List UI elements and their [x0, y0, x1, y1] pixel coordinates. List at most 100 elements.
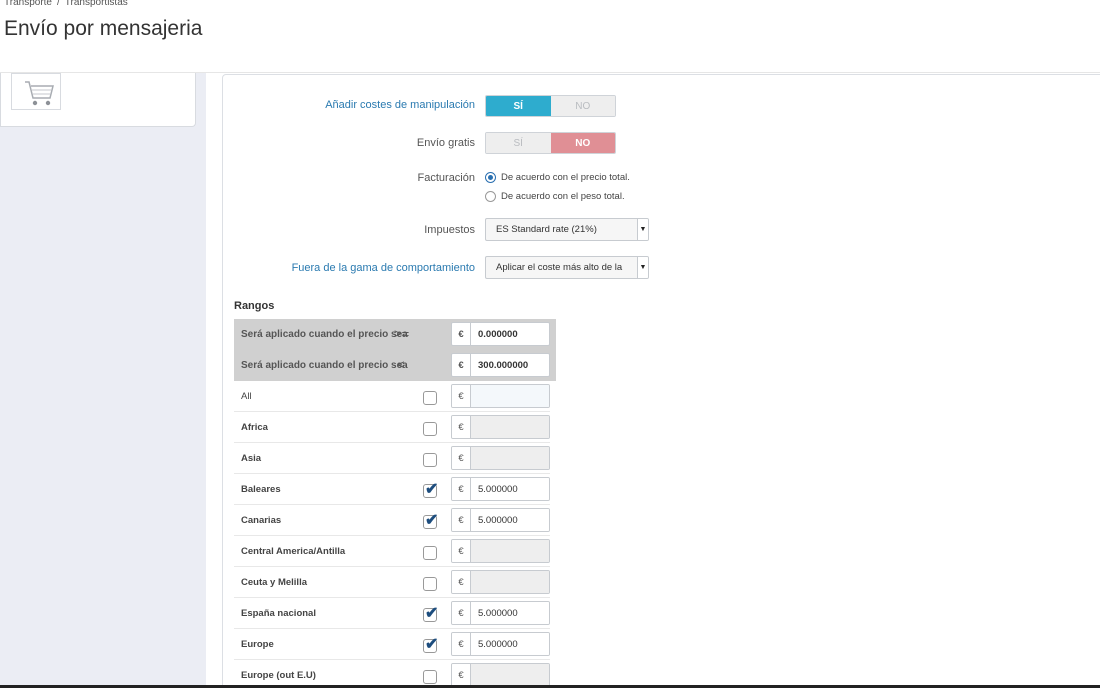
page-title: Envío por mensajeria [4, 17, 203, 40]
currency-symbol: € [452, 323, 471, 345]
range-upper-input[interactable]: € 300.000000 [451, 353, 550, 377]
zone-price-input[interactable]: € [451, 384, 550, 408]
range-lower-input[interactable]: € 0.000000 [451, 322, 550, 346]
zone-name: Ceuta y Melilla [241, 577, 307, 588]
zone-checkbox[interactable] [423, 634, 438, 654]
currency-symbol: € [452, 602, 471, 624]
free-shipping-no-option[interactable]: NO [550, 133, 615, 153]
currency-symbol: € [452, 354, 471, 376]
zone-checkbox[interactable] [423, 603, 438, 623]
billing-weight-radio[interactable] [485, 191, 496, 202]
handling-costs-switch[interactable]: SÍ NO [485, 95, 616, 117]
zone-price-input[interactable]: € 5.000000 [451, 477, 550, 501]
range-lower-operator: >= [394, 326, 410, 341]
zone-name: Central America/Antilla [241, 546, 346, 557]
currency-symbol: € [452, 571, 471, 593]
breadcrumb: Transporte / Transportistas [4, 0, 128, 8]
currency-symbol: € [452, 633, 471, 655]
range-lower-label: Será aplicado cuando el precio sea [241, 329, 408, 340]
zone-price-input[interactable]: € 5.000000 [451, 601, 550, 625]
out-of-range-label: Fuera de la gama de comportamiento [291, 262, 475, 274]
zone-name: Baleares [241, 484, 281, 495]
zone-checkbox[interactable] [423, 670, 437, 684]
range-upper-operator: < [397, 357, 405, 372]
zone-name: All [241, 391, 252, 402]
currency-symbol: € [452, 540, 471, 562]
zone-price-input[interactable]: € [451, 570, 550, 594]
zone-checkbox[interactable] [423, 546, 437, 560]
zone-row: All € [234, 381, 550, 412]
zone-row: España nacional € 5.000000 [234, 598, 550, 629]
zone-price-value[interactable] [471, 540, 549, 562]
billing-option-weight[interactable]: De acuerdo con el peso total. [485, 191, 625, 202]
carrier-logo-image [11, 73, 61, 110]
zone-checkbox[interactable] [423, 510, 438, 530]
zone-checkbox[interactable] [423, 453, 437, 467]
zone-price-value[interactable]: 5.000000 [471, 602, 549, 624]
zone-price-input[interactable]: € [451, 663, 550, 687]
zone-name: Canarias [241, 515, 282, 526]
zone-row: Africa € [234, 412, 550, 443]
range-upper-label: Será aplicado cuando el precio sea [241, 360, 408, 371]
zone-price-input[interactable]: € 5.000000 [451, 508, 550, 532]
zone-name: Asia [241, 453, 262, 464]
zone-name: España nacional [241, 608, 316, 619]
billing-option-price[interactable]: De acuerdo con el precio total. [485, 172, 630, 183]
free-shipping-label: Envío gratis [416, 137, 475, 149]
billing-weight-text: De acuerdo con el peso total. [501, 191, 625, 202]
tax-select[interactable]: ES Standard rate (21%) ▼ [485, 218, 649, 241]
left-column [0, 73, 206, 688]
currency-symbol: € [452, 664, 471, 686]
currency-symbol: € [452, 385, 471, 407]
zone-row: Asia € [234, 443, 550, 474]
zone-price-value[interactable] [471, 447, 549, 469]
breadcrumb-transporte[interactable]: Transporte [4, 0, 52, 8]
zone-name: Europe [241, 639, 274, 650]
zone-price-input[interactable]: € 5.000000 [451, 632, 550, 656]
out-of-range-select[interactable]: Aplicar el coste más alto de la ▼ [485, 256, 649, 279]
zone-checkbox[interactable] [423, 577, 437, 591]
zone-row: Canarias € 5.000000 [234, 505, 550, 536]
billing-price-radio[interactable] [485, 172, 496, 183]
zone-row: Central America/Antilla € [234, 536, 550, 567]
shopping-cart-icon [25, 81, 54, 106]
zone-row: Ceuta y Melilla € [234, 567, 550, 598]
zone-name: Europe (out E.U) [241, 670, 316, 681]
zone-name: Africa [241, 422, 268, 433]
zone-price-input[interactable]: € [451, 539, 550, 563]
range-upper-value[interactable]: 300.000000 [471, 354, 549, 376]
zone-row: Europe (out E.U) € [234, 660, 550, 688]
zone-price-value[interactable]: 5.000000 [471, 633, 549, 655]
zone-checkbox[interactable] [423, 422, 437, 436]
zone-price-value[interactable] [471, 664, 549, 686]
tax-label: Impuestos [424, 224, 475, 236]
carrier-logo-panel [0, 73, 196, 127]
zone-price-value[interactable] [471, 571, 549, 593]
zone-checkbox[interactable] [423, 479, 438, 499]
handling-yes-option[interactable]: SÍ [486, 96, 551, 116]
handling-no-option[interactable]: NO [550, 96, 615, 116]
billing-price-text: De acuerdo con el precio total. [501, 172, 630, 183]
handling-costs-label: Añadir costes de manipulación [325, 99, 475, 111]
currency-symbol: € [452, 447, 471, 469]
range-lower-row: Será aplicado cuando el precio sea >= € … [234, 319, 556, 350]
zone-price-input[interactable]: € [451, 415, 550, 439]
breadcrumb-separator: / [56, 0, 60, 8]
out-of-range-selected-value: Aplicar el coste más alto de la [496, 262, 623, 273]
zone-checkbox[interactable] [423, 391, 437, 405]
zone-price-value[interactable] [471, 416, 549, 438]
free-shipping-yes-option[interactable]: SÍ [486, 133, 551, 153]
zone-price-value[interactable]: 5.000000 [471, 509, 549, 531]
currency-symbol: € [452, 509, 471, 531]
free-shipping-switch[interactable]: SÍ NO [485, 132, 616, 154]
range-lower-value[interactable]: 0.000000 [471, 323, 549, 345]
zone-price-value[interactable]: 5.000000 [471, 478, 549, 500]
ranges-title: Rangos [234, 300, 275, 312]
breadcrumb-transportistas[interactable]: Transportistas [65, 0, 128, 8]
zone-row: Europe € 5.000000 [234, 629, 550, 660]
zone-price-input[interactable]: € [451, 446, 550, 470]
currency-symbol: € [452, 416, 471, 438]
chevron-down-icon: ▼ [637, 219, 648, 240]
zone-price-value[interactable] [471, 385, 549, 407]
range-upper-row: Será aplicado cuando el precio sea < € 3… [234, 350, 556, 381]
